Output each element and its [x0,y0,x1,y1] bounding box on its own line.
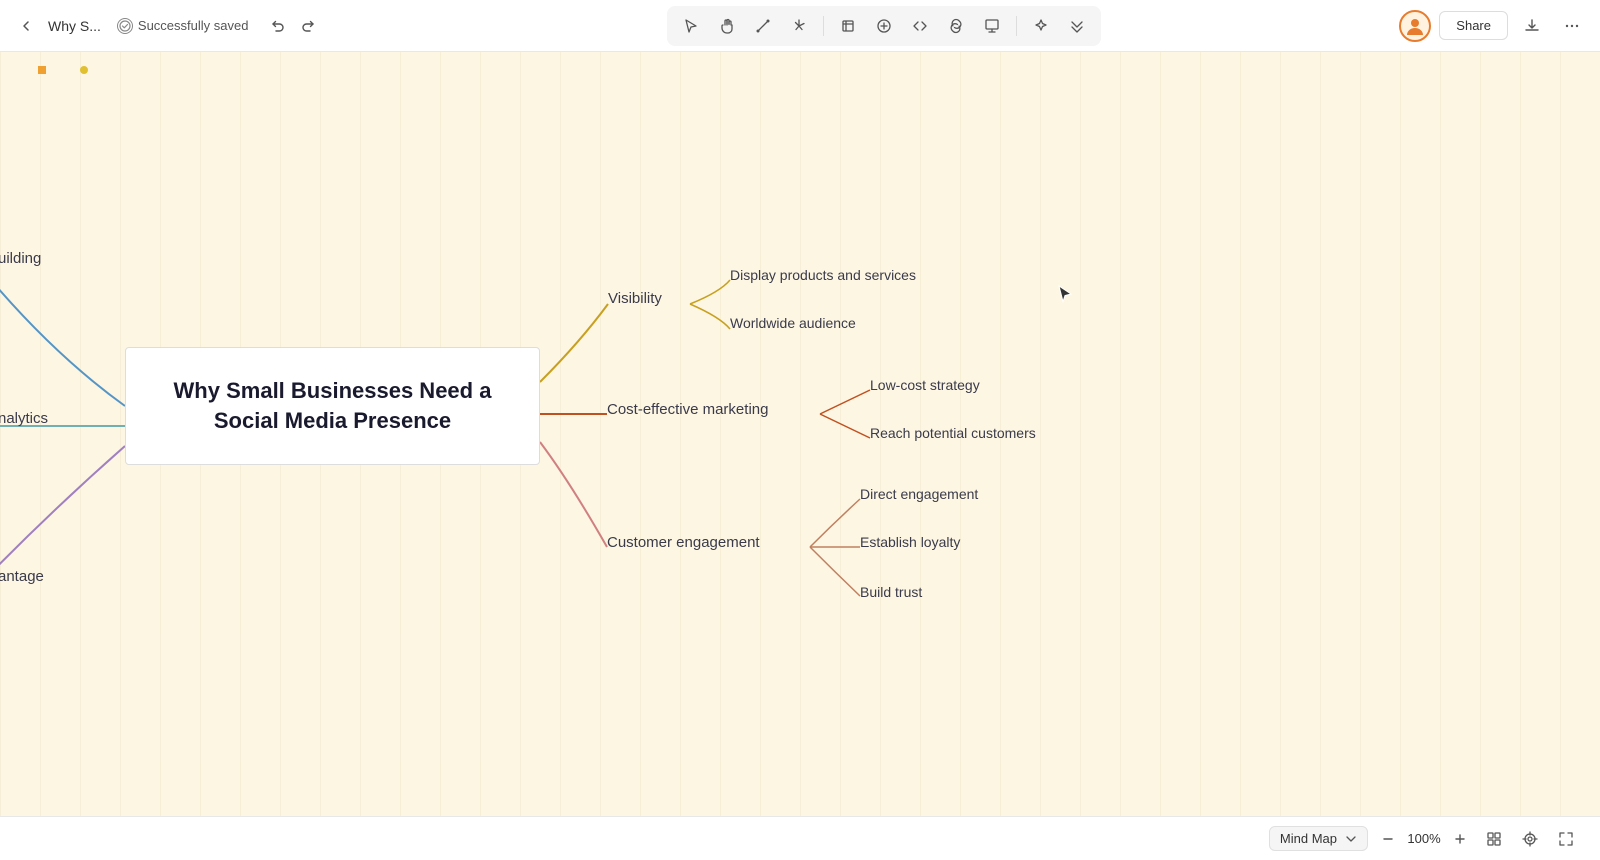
zoom-level: 100% [1406,831,1442,846]
document-title: Why S... [48,18,101,34]
child-establish-loyalty: Establish loyalty [860,534,960,550]
grid-view-button[interactable] [1480,825,1508,853]
save-status-text: Successfully saved [138,18,249,33]
view-mode-label: Mind Map [1280,831,1337,846]
tool-hand[interactable] [711,10,743,42]
tool-embed[interactable] [904,10,936,42]
child-build-trust: Build trust [860,584,922,600]
tool-present[interactable] [976,10,1008,42]
tools-group [667,6,1101,46]
tool-add[interactable] [868,10,900,42]
left-branch-advantage: antage [0,568,44,585]
child-worldwide-audience: Worldwide audience [730,315,856,331]
left-branch-analytics: nalytics [0,410,48,427]
child-low-cost-strategy: Low-cost strategy [870,377,980,393]
child-display-products: Display products and services [730,267,916,283]
tool-connector[interactable] [747,10,779,42]
bottom-bar: Mind Map 100% [0,816,1600,860]
save-status: Successfully saved [117,18,249,34]
canvas[interactable]: Why Small Businesses Need a Social Media… [0,52,1600,860]
back-button[interactable] [12,12,40,40]
undo-button[interactable] [264,12,292,40]
history-controls [264,12,322,40]
tool-pointer[interactable] [783,10,815,42]
branch-customer-engagement-label: Customer engagement [607,534,760,551]
zoom-in-button[interactable] [1448,827,1472,851]
tool-link[interactable] [940,10,972,42]
left-branch-building: uilding [0,250,41,267]
save-status-icon [117,18,133,34]
tool-separator-1 [823,16,824,36]
central-node-text: Why Small Businesses Need a Social Media… [146,376,519,435]
tool-ai[interactable] [1025,10,1057,42]
user-avatar[interactable] [1399,10,1431,42]
toolbar-center [380,6,1387,46]
redo-button[interactable] [294,12,322,40]
fullscreen-button[interactable] [1552,825,1580,853]
dot-yellow [80,66,88,74]
dot-orange [38,66,46,74]
toolbar-left: Why S... Successfully saved [0,12,380,40]
tool-select[interactable] [675,10,707,42]
branch-visibility-label: Visibility [608,290,662,307]
zoom-out-button[interactable] [1376,827,1400,851]
child-reach-potential: Reach potential customers [870,425,1036,441]
share-button[interactable]: Share [1439,11,1508,40]
target-button[interactable] [1516,825,1544,853]
branch-cost-effective-label: Cost-effective marketing [607,401,768,418]
tool-more[interactable] [1061,10,1093,42]
download-button[interactable] [1516,10,1548,42]
tool-frame[interactable] [832,10,864,42]
tool-separator-2 [1016,16,1017,36]
child-direct-engagement: Direct engagement [860,486,978,502]
zoom-controls: 100% [1376,827,1472,851]
central-node[interactable]: Why Small Businesses Need a Social Media… [125,347,540,465]
view-mode-selector[interactable]: Mind Map [1269,826,1368,851]
main-toolbar: Why S... Successfully saved [0,0,1600,52]
toolbar-right: Share [1387,10,1600,42]
more-options-button[interactable] [1556,10,1588,42]
